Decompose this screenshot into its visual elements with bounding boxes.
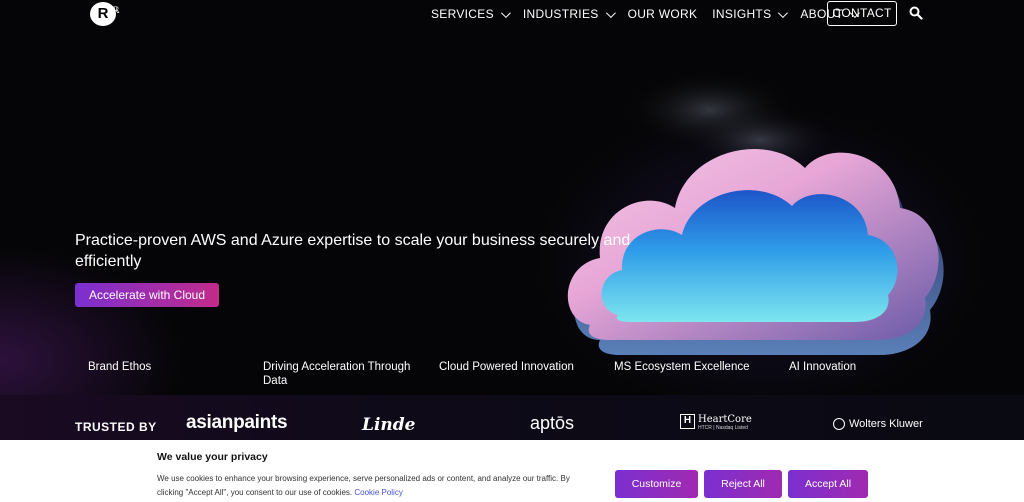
hero-headline: Practice-proven AWS and Azure expertise …: [75, 232, 631, 270]
feature-tab-cloud[interactable]: Cloud Powered Innovation: [439, 360, 599, 374]
search-icon[interactable]: [909, 6, 923, 20]
logo-mark: ℝ: [112, 5, 120, 15]
aptos-logo: aptōs: [530, 413, 575, 433]
accept-all-button[interactable]: Accept All: [788, 470, 868, 498]
cloud-illustration: [560, 70, 960, 370]
contact-button[interactable]: CONTACT: [827, 1, 897, 26]
feature-tab-ms-ecosystem[interactable]: MS Ecosystem Excellence: [614, 360, 774, 374]
heartcore-logo-subtext: HTCR | Nasdaq Listed: [698, 425, 748, 431]
wolters-kluwer-logo: Wolters Kluwer: [833, 418, 923, 430]
wolters-kluwer-text: Wolters Kluwer: [849, 418, 923, 430]
heartcore-logo-text: HeartCore: [698, 414, 752, 425]
nav-item-services[interactable]: SERVICES: [431, 7, 511, 21]
nav-item-label: SERVICES: [431, 7, 494, 21]
chevron-down-icon: [500, 7, 511, 18]
linde-logo: Linde: [362, 415, 416, 435]
heartcore-logo: H HeartCore HTCR | Nasdaq Listed: [680, 414, 752, 432]
feature-tab-data[interactable]: Driving Acceleration Through Data: [263, 360, 423, 388]
accelerate-with-cloud-button[interactable]: Accelerate with Cloud: [75, 283, 219, 307]
cookie-text: We use cookies to enhance your browsing …: [157, 472, 597, 500]
heartcore-logo-mark: H: [680, 414, 695, 429]
cookie-policy-link[interactable]: Cookie Policy: [354, 488, 402, 497]
reject-all-button[interactable]: Reject All: [704, 470, 782, 498]
feature-tab-brand-ethos[interactable]: Brand Ethos: [88, 360, 248, 374]
nav-item-label: OUR WORK: [627, 7, 698, 21]
chevron-down-icon: [605, 7, 616, 18]
nav-item-label: INDUSTRIES: [522, 7, 599, 21]
customize-button[interactable]: Customize: [615, 470, 698, 498]
cookie-banner: We value your privacy We use cookies to …: [0, 440, 1024, 502]
asianpaints-logo: asianpaints: [186, 412, 288, 433]
main-nav: SERVICES INDUSTRIES OUR WORK INSIGHTS AB…: [431, 0, 872, 28]
cookie-title: We value your privacy: [157, 451, 268, 463]
nav-item-our-work[interactable]: OUR WORK: [628, 7, 698, 21]
feature-tab-ai[interactable]: AI Innovation: [789, 360, 949, 374]
nav-item-label: INSIGHTS: [712, 7, 772, 21]
nav-item-industries[interactable]: INDUSTRIES: [522, 7, 616, 21]
chevron-down-icon: [778, 7, 789, 18]
nav-item-insights[interactable]: INSIGHTS: [712, 7, 789, 21]
trusted-by-label: TRUSTED BY: [75, 420, 157, 434]
wolters-kluwer-icon: [833, 418, 845, 430]
